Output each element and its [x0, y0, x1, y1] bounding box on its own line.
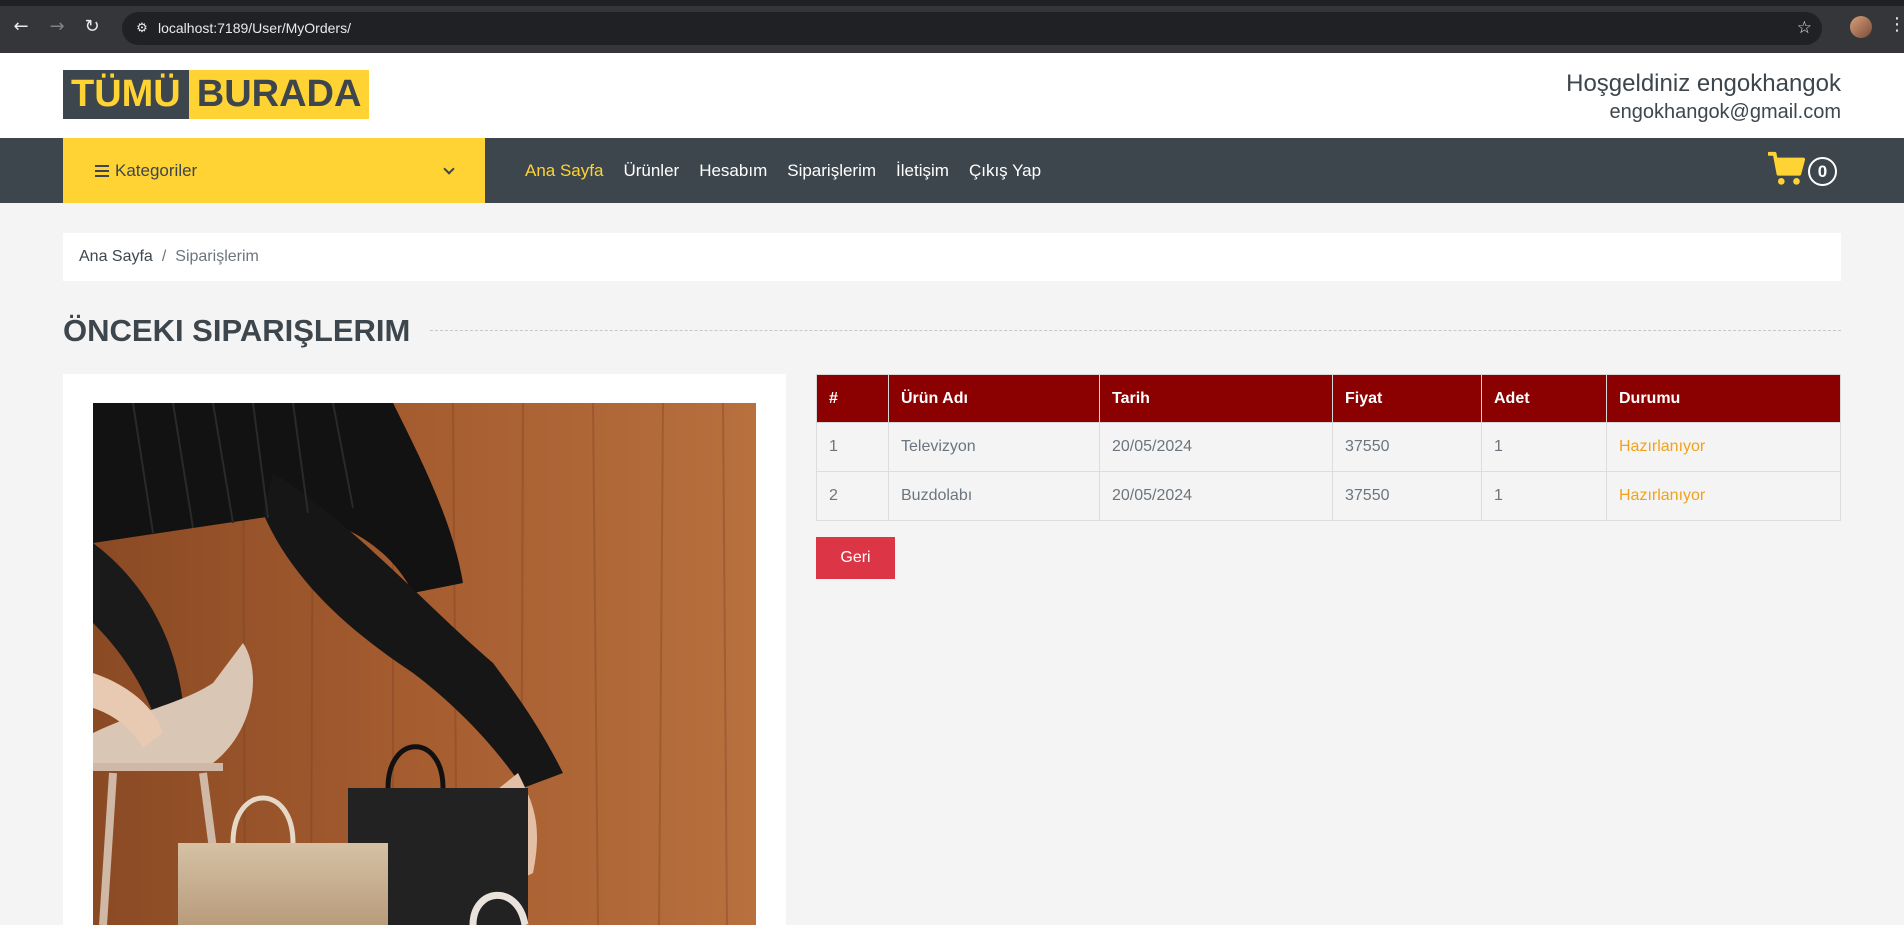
cell-no: 1 [816, 422, 889, 472]
cell-product: Buzdolabı [888, 471, 1100, 521]
nav-item-logout[interactable]: Çıkış Yap [969, 161, 1041, 181]
column-header-product: Ürün Adı [888, 374, 1100, 423]
breadcrumb-home[interactable]: Ana Sayfa [79, 248, 153, 266]
nav-menu: Ana Sayfa Ürünler Hesabım Siparişlerim İ… [525, 138, 1041, 203]
site-logo[interactable]: TÜMÜ BURADA [63, 70, 370, 119]
breadcrumb-separator: / [161, 248, 167, 265]
reload-icon[interactable]: ↻ [80, 15, 104, 39]
column-header-qty: Adet [1481, 374, 1607, 423]
table-row: 1 Televizyon 20/05/2024 37550 1 Hazırlan… [816, 422, 1841, 472]
logo-part-2: BURADA [188, 70, 370, 119]
nav-item-home[interactable]: Ana Sayfa [525, 161, 603, 181]
back-button[interactable]: Geri [816, 537, 895, 579]
breadcrumb: Ana Sayfa / Siparişlerim [63, 233, 1841, 281]
back-icon[interactable]: ← [9, 15, 33, 39]
column-header-no: # [816, 374, 889, 423]
categories-dropdown[interactable]: Kategoriler [63, 138, 485, 203]
nav-item-account[interactable]: Hesabım [699, 161, 767, 181]
table-header-row: # Ürün Adı Tarih Fiyat Adet Durumu [816, 374, 1841, 423]
bookmark-star-icon[interactable]: ☆ [1797, 18, 1812, 38]
cell-price: 37550 [1332, 471, 1482, 521]
menu-bars-icon [95, 164, 109, 177]
shopping-cart-icon [1768, 151, 1806, 185]
chevron-down-icon [443, 162, 455, 175]
cart-count-badge: 0 [1808, 156, 1837, 186]
breadcrumb-current: Siparişlerim [175, 248, 259, 265]
cell-price: 37550 [1332, 422, 1482, 472]
cell-status: Hazırlanıyor [1606, 422, 1841, 472]
orders-table: # Ürün Adı Tarih Fiyat Adet Durumu 1 Tel… [816, 374, 1841, 521]
column-header-date: Tarih [1099, 374, 1333, 423]
cell-status: Hazırlanıyor [1606, 471, 1841, 521]
cell-date: 20/05/2024 [1099, 422, 1333, 472]
image-card [63, 374, 786, 925]
nav-item-products[interactable]: Ürünler [623, 161, 679, 181]
site-info-icon[interactable]: ⚙ [132, 19, 152, 39]
cart-button[interactable]: 0 [1768, 150, 1837, 188]
table-row: 2 Buzdolabı 20/05/2024 37550 1 Hazırlanı… [816, 471, 1841, 521]
user-email: engokhangok@gmail.com [1609, 101, 1841, 123]
categories-label: Kategoriler [115, 160, 198, 180]
welcome-title: Hoşgeldiniz engokhangok [1566, 70, 1841, 97]
cell-qty: 1 [1481, 422, 1607, 472]
url-text[interactable]: localhost:7189/User/MyOrders/ [158, 20, 351, 36]
address-bar[interactable]: ⚙ localhost:7189/User/MyOrders/ ☆ [122, 12, 1822, 45]
cell-date: 20/05/2024 [1099, 471, 1333, 521]
main-navbar: Kategoriler Ana Sayfa Ürünler Hesabım Si… [0, 138, 1904, 203]
forward-icon[interactable]: → [45, 15, 69, 39]
cell-product: Televizyon [888, 422, 1100, 472]
browser-menu-icon[interactable]: ⋮ [1888, 14, 1904, 35]
column-header-status: Durumu [1606, 374, 1841, 423]
shopping-bags-photo [93, 403, 756, 925]
browser-toolbar: ← → ↻ ⚙ localhost:7189/User/MyOrders/ ☆ … [0, 0, 1904, 53]
cell-no: 2 [816, 471, 889, 521]
nav-item-contact[interactable]: İletişim [896, 161, 949, 181]
column-header-price: Fiyat [1332, 374, 1482, 423]
tab-strip [0, 0, 1904, 6]
cell-qty: 1 [1481, 471, 1607, 521]
section-divider [400, 330, 1841, 331]
site-header: TÜMÜ BURADA Hoşgeldiniz engokhangok engo… [0, 53, 1904, 138]
welcome-block: Hoşgeldiniz engokhangok engokhangok@gmai… [1566, 69, 1841, 125]
page-title: ÖNCEKI SIPARIŞLERIM [63, 311, 429, 351]
logo-part-1: TÜMÜ [63, 70, 189, 119]
profile-avatar[interactable] [1850, 16, 1872, 38]
nav-item-orders[interactable]: Siparişlerim [787, 161, 876, 181]
